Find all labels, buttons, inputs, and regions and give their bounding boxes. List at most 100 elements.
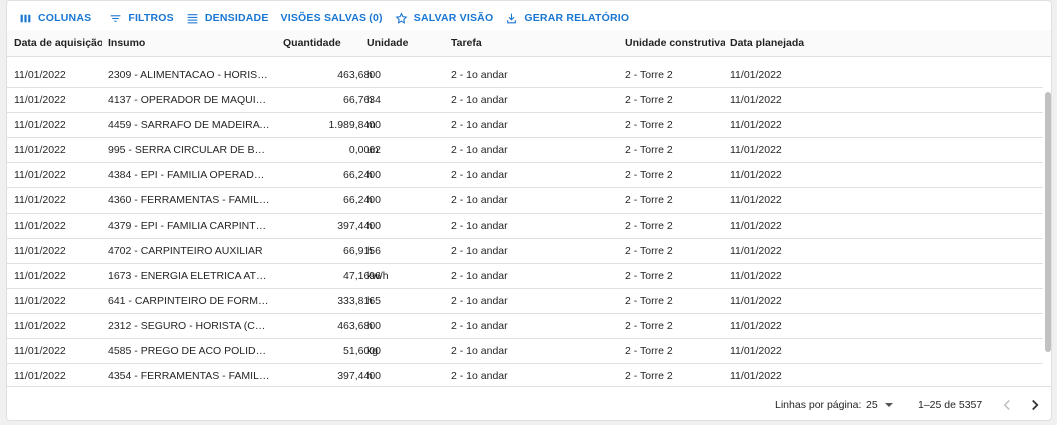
star-outline-icon xyxy=(395,11,408,24)
cell-unidade-construtiva: 2 - Torre 2 xyxy=(625,345,673,358)
cell-data-planejada: 11/01/2022 xyxy=(730,269,782,282)
cell-data-planejada: 11/01/2022 xyxy=(730,244,782,257)
cell-insumo: 4459 - SARRAFO DE MADEIRA NAO APARELHADA xyxy=(108,119,270,132)
rows-per-page-label: Linhas por página: xyxy=(775,399,862,411)
cell-unidade-construtiva: 2 - Torre 2 xyxy=(625,319,673,332)
cell-insumo: 995 - SERRA CIRCULAR DE BANCADA xyxy=(108,144,270,157)
cell-data-planejada: 11/01/2022 xyxy=(730,319,782,332)
cell-data-aquisicao: 11/01/2022 xyxy=(14,219,66,232)
table-row[interactable]: 11/01/2022 2312 - SEGURO - HORISTA (COLET… xyxy=(7,314,1043,340)
table-row[interactable]: 11/01/2022 641 - CARPINTEIRO DE FORMAS 333… xyxy=(7,289,1043,314)
cell-insumo: 2309 - ALIMENTACAO - HORISTA (COLETIVO) xyxy=(108,69,270,81)
cell-unidade-construtiva: 2 - Torre 2 xyxy=(625,194,673,207)
cell-quantidade: 463,6800 xyxy=(337,319,381,332)
filters-button[interactable]: Filtros xyxy=(103,3,180,33)
cell-insumo: 4360 - FERRAMENTAS - FAMILIA OPERADOR xyxy=(108,194,270,207)
cell-tarefa: 2 - 1o andar xyxy=(451,69,508,81)
table-row[interactable]: 11/01/2022 4137 - OPERADOR DE MAQUINAS E … xyxy=(7,88,1043,114)
cell-unidade-construtiva: 2 - Torre 2 xyxy=(625,294,673,307)
table-row[interactable]: 11/01/2022 2309 - ALIMENTACAO - HORISTA (… xyxy=(7,63,1043,89)
filter-icon xyxy=(110,14,121,22)
column-header-data-aquisicao[interactable]: Data de aquisição xyxy=(14,30,102,57)
grid-body[interactable]: 11/01/2022 2309 - ALIMENTACAO - HORISTA (… xyxy=(7,57,1043,386)
cell-unidade-construtiva: 2 - Torre 2 xyxy=(625,119,673,132)
cell-data-planejada: 11/01/2022 xyxy=(730,119,782,132)
cell-unidade: kw/h xyxy=(367,269,389,282)
cell-tarefa: 2 - 1o andar xyxy=(451,319,508,332)
cell-quantidade: 397,4400 xyxy=(337,219,381,232)
report-label: Gerar relatório xyxy=(524,12,630,24)
column-header-quantidade[interactable]: Quantidade xyxy=(283,30,363,57)
cell-unidade: h xyxy=(367,294,373,307)
rows-per-page-select[interactable]: 25 xyxy=(866,387,893,420)
cell-quantidade: 66,2400 xyxy=(343,194,381,207)
cell-data-planejada: 11/01/2022 xyxy=(730,69,782,81)
cell-data-aquisicao: 11/01/2022 xyxy=(14,94,66,107)
table-row[interactable]: 11/01/2022 4360 - FERRAMENTAS - FAMILIA O… xyxy=(7,188,1043,214)
cell-quantidade: 47,1696 xyxy=(343,269,381,282)
vertical-scrollbar[interactable] xyxy=(1044,57,1051,386)
cell-tarefa: 2 - 1o andar xyxy=(451,169,508,182)
column-header-unidade[interactable]: Unidade xyxy=(367,30,447,57)
pagination-range: 1–25 de 5357 xyxy=(918,399,983,411)
rows-per-page-value: 25 xyxy=(866,399,878,411)
cell-data-aquisicao: 11/01/2022 xyxy=(14,194,66,207)
table-row[interactable]: 11/01/2022 4459 - SARRAFO DE MADEIRA NAO … xyxy=(7,113,1043,139)
chevron-right-icon xyxy=(1032,399,1039,411)
cell-insumo: 641 - CARPINTEIRO DE FORMAS xyxy=(108,294,270,307)
saved-views-label: Visões salvas (0) xyxy=(280,12,383,24)
columns-icon xyxy=(20,14,31,22)
save-view-button[interactable]: Salvar visão xyxy=(389,3,500,33)
column-header-unidade-construtiva[interactable]: Unidade construtiva xyxy=(625,30,725,57)
table-row[interactable]: 11/01/2022 1673 - ENERGIA ELETRICA ATE 20… xyxy=(7,264,1043,289)
cell-unidade: h xyxy=(367,69,373,81)
column-header-tarefa[interactable]: Tarefa xyxy=(451,30,621,57)
table-row[interactable]: 11/01/2022 4384 - EPI - FAMILIA OPERADOR … xyxy=(7,163,1043,189)
previous-page-button[interactable] xyxy=(998,396,1016,414)
pagination-footer: Linhas por página: 25 1–25 de 5357 xyxy=(7,386,1051,420)
columns-button[interactable]: Colunas xyxy=(13,3,97,33)
cell-tarefa: 2 - 1o andar xyxy=(451,345,508,358)
download-icon xyxy=(507,13,517,23)
next-page-button[interactable] xyxy=(1026,396,1044,414)
cell-unidade: h xyxy=(367,319,373,332)
table-row[interactable]: 11/01/2022 4585 - PREGO DE ACO POLIDO COM… xyxy=(7,339,1043,365)
cell-data-aquisicao: 11/01/2022 xyxy=(14,169,66,182)
cell-unidade-construtiva: 2 - Torre 2 xyxy=(625,169,673,182)
cell-unidade-construtiva: 2 - Torre 2 xyxy=(625,269,673,282)
cell-unidade-construtiva: 2 - Torre 2 xyxy=(625,69,673,81)
table-row[interactable]: 11/01/2022 4379 - EPI - FAMILIA CARPINTEI… xyxy=(7,214,1043,239)
cell-insumo: 2312 - SEGURO - HORISTA (COLETIVO) xyxy=(108,319,270,332)
cell-tarefa: 2 - 1o andar xyxy=(451,144,508,157)
cell-data-planejada: 11/01/2022 xyxy=(730,169,782,182)
table-row[interactable]: 11/01/2022 995 - SERRA CIRCULAR DE BANCAD… xyxy=(7,138,1043,164)
column-header-data-planejada[interactable]: Data planejada xyxy=(730,30,830,57)
cell-insumo: 4585 - PREGO DE ACO POLIDO COM CABECA xyxy=(108,345,270,358)
cell-quantidade: 0,0062 xyxy=(348,144,381,157)
cell-data-planejada: 11/01/2022 xyxy=(730,370,782,383)
density-button[interactable]: Densidade xyxy=(180,3,275,33)
cell-unidade: h xyxy=(367,194,373,207)
cell-quantidade: 463,6800 xyxy=(337,69,381,81)
data-grid: Colunas Filtros Densidade Visões salvas … xyxy=(6,0,1052,421)
table-row[interactable]: 11/01/2022 4354 - FERRAMENTAS - FAMILIA C… xyxy=(7,364,1043,386)
cell-insumo: 1673 - ENERGIA ELETRICA ATE 2000 KWH xyxy=(108,269,270,282)
cell-data-aquisicao: 11/01/2022 xyxy=(14,269,66,282)
density-icon xyxy=(187,13,198,23)
chevron-left-icon xyxy=(1003,399,1010,411)
scrollbar-thumb[interactable] xyxy=(1045,92,1051,352)
generate-report-button[interactable]: Gerar relatório xyxy=(499,3,635,33)
cell-data-aquisicao: 11/01/2022 xyxy=(14,244,66,257)
cell-quantidade: 1.989,8400 xyxy=(328,119,381,132)
cell-quantidade: 66,7634 xyxy=(343,94,381,107)
cell-insumo: 4354 - FERRAMENTAS - FAMILIA CARPINTEIRO xyxy=(108,370,270,383)
cell-quantidade: 66,9156 xyxy=(343,244,381,257)
cell-unidade: h xyxy=(367,169,373,182)
table-row[interactable]: 11/01/2022 4702 - CARPINTEIRO AUXILIAR 66,… xyxy=(7,239,1043,264)
cell-data-planejada: 11/01/2022 xyxy=(730,144,782,157)
column-header-insumo[interactable]: Insumo xyxy=(108,30,270,57)
cell-tarefa: 2 - 1o andar xyxy=(451,194,508,207)
saved-views-button[interactable]: Visões salvas (0) xyxy=(275,3,389,33)
columns-label: Colunas xyxy=(38,12,92,24)
cell-quantidade: 397,4400 xyxy=(337,370,381,383)
